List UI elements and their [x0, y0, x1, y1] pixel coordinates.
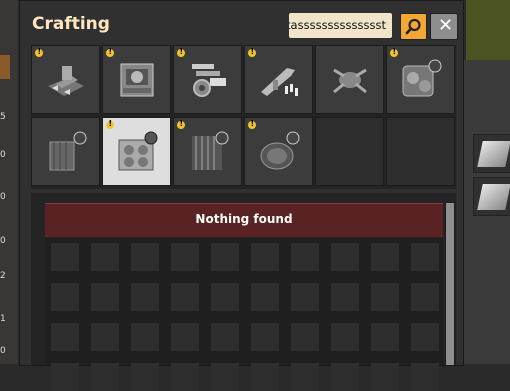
environment-icon [49, 131, 87, 171]
recipe-slot [91, 283, 119, 311]
search-value: tasssssssssssssst [289, 18, 386, 32]
side-number: 1 [0, 314, 6, 324]
recipe-slot [251, 243, 279, 271]
tab-empty [386, 117, 455, 186]
item-group-tabs [31, 45, 456, 189]
recipe-slot [331, 243, 359, 271]
warning-icon [106, 119, 114, 129]
recipe-slot [251, 323, 279, 351]
recipe-slot [291, 283, 319, 311]
logistics-icon [48, 66, 84, 96]
side-number: 5 [0, 112, 6, 122]
recipe-slot [91, 323, 119, 351]
side-number: 0 [0, 236, 6, 246]
recipe-slot [411, 243, 439, 271]
recipe-slot [51, 363, 79, 391]
no-results-message: Nothing found [195, 212, 293, 226]
recipe-slot [51, 283, 79, 311]
recipe-slot [211, 243, 239, 271]
recipe-slot [371, 283, 399, 311]
recipe-slot [371, 323, 399, 351]
window-title: Crafting [32, 14, 110, 34]
recipe-slot [371, 363, 399, 391]
side-number: 0 [0, 346, 6, 356]
recipe-slot [411, 363, 439, 391]
recipe-slot [211, 283, 239, 311]
warning-icon [106, 47, 114, 57]
recipe-slot [91, 363, 119, 391]
tab-logistics[interactable] [31, 45, 100, 114]
tab-enemies[interactable] [315, 45, 384, 114]
tab-production[interactable] [102, 45, 171, 114]
search-icon [405, 18, 421, 35]
scrollbar[interactable] [445, 203, 455, 365]
tab-combat[interactable] [244, 45, 313, 114]
recipe-slot [131, 283, 159, 311]
tab-environment[interactable] [31, 117, 100, 186]
recipe-slot [131, 323, 159, 351]
close-button[interactable]: ✕ [430, 13, 458, 40]
recipe-slot [331, 283, 359, 311]
warning-icon [390, 47, 398, 57]
recipe-slot [211, 323, 239, 351]
tab-effects[interactable] [386, 45, 455, 114]
no-results-banner: Nothing found [45, 203, 443, 237]
recipe-slot [91, 243, 119, 271]
side-number: 0 [0, 150, 6, 160]
tab-empty [315, 117, 384, 186]
tab-intermediate-products[interactable] [173, 45, 242, 114]
effects-icon [402, 59, 442, 97]
quickbar-slot[interactable] [473, 177, 510, 216]
recipe-slot [131, 363, 159, 391]
signals-icon [118, 131, 158, 171]
warning-icon [177, 119, 185, 129]
recipe-slot [411, 283, 439, 311]
recipe-slot-grid [45, 238, 443, 391]
recipe-slot [211, 363, 239, 391]
crafting-window: Crafting tasssssssssssssst ✕ ! ! ! ! ! !… [19, 0, 464, 391]
recipe-slot [291, 363, 319, 391]
recipe-slot [171, 243, 199, 271]
production-icon [120, 63, 154, 97]
other-icon [192, 131, 229, 170]
recipe-slot [291, 323, 319, 351]
recipe-slot [51, 243, 79, 271]
tab-other[interactable] [173, 117, 242, 186]
recipe-slot [171, 323, 199, 351]
combat-icon [261, 68, 298, 96]
recipe-slot [131, 243, 159, 271]
warning-icon [248, 119, 256, 129]
left-background: 5 0 0 0 2 1 0 [0, 0, 18, 364]
recipe-slot [251, 363, 279, 391]
warning-icon [35, 47, 43, 57]
recipe-slot [291, 243, 319, 271]
tab-unsorted[interactable] [244, 117, 313, 186]
enemies-icon [333, 68, 367, 94]
recipe-slot [331, 363, 359, 391]
side-number: 2 [0, 271, 6, 281]
scrollbar-thumb[interactable] [446, 203, 454, 365]
quickbar-slot[interactable] [473, 134, 510, 173]
recipe-slot [331, 323, 359, 351]
recipe-slot [171, 363, 199, 391]
warning-icon [248, 47, 256, 57]
recipe-slot [171, 283, 199, 311]
recipe-results: Nothing found [31, 193, 456, 391]
warning-icon [177, 47, 185, 57]
recipe-slot [411, 323, 439, 351]
tab-signals[interactable] [102, 117, 171, 186]
left-orange-stripe [0, 55, 10, 79]
intermediate-products-icon [192, 64, 226, 97]
recipe-slot [51, 323, 79, 351]
search-button[interactable] [400, 13, 427, 40]
unsorted-icon [260, 131, 300, 170]
recipe-slot [371, 243, 399, 271]
recipe-slot [251, 283, 279, 311]
close-icon: ✕ [438, 15, 454, 36]
search-input[interactable]: tasssssssssssssst [289, 13, 392, 38]
side-number: 0 [0, 192, 6, 202]
